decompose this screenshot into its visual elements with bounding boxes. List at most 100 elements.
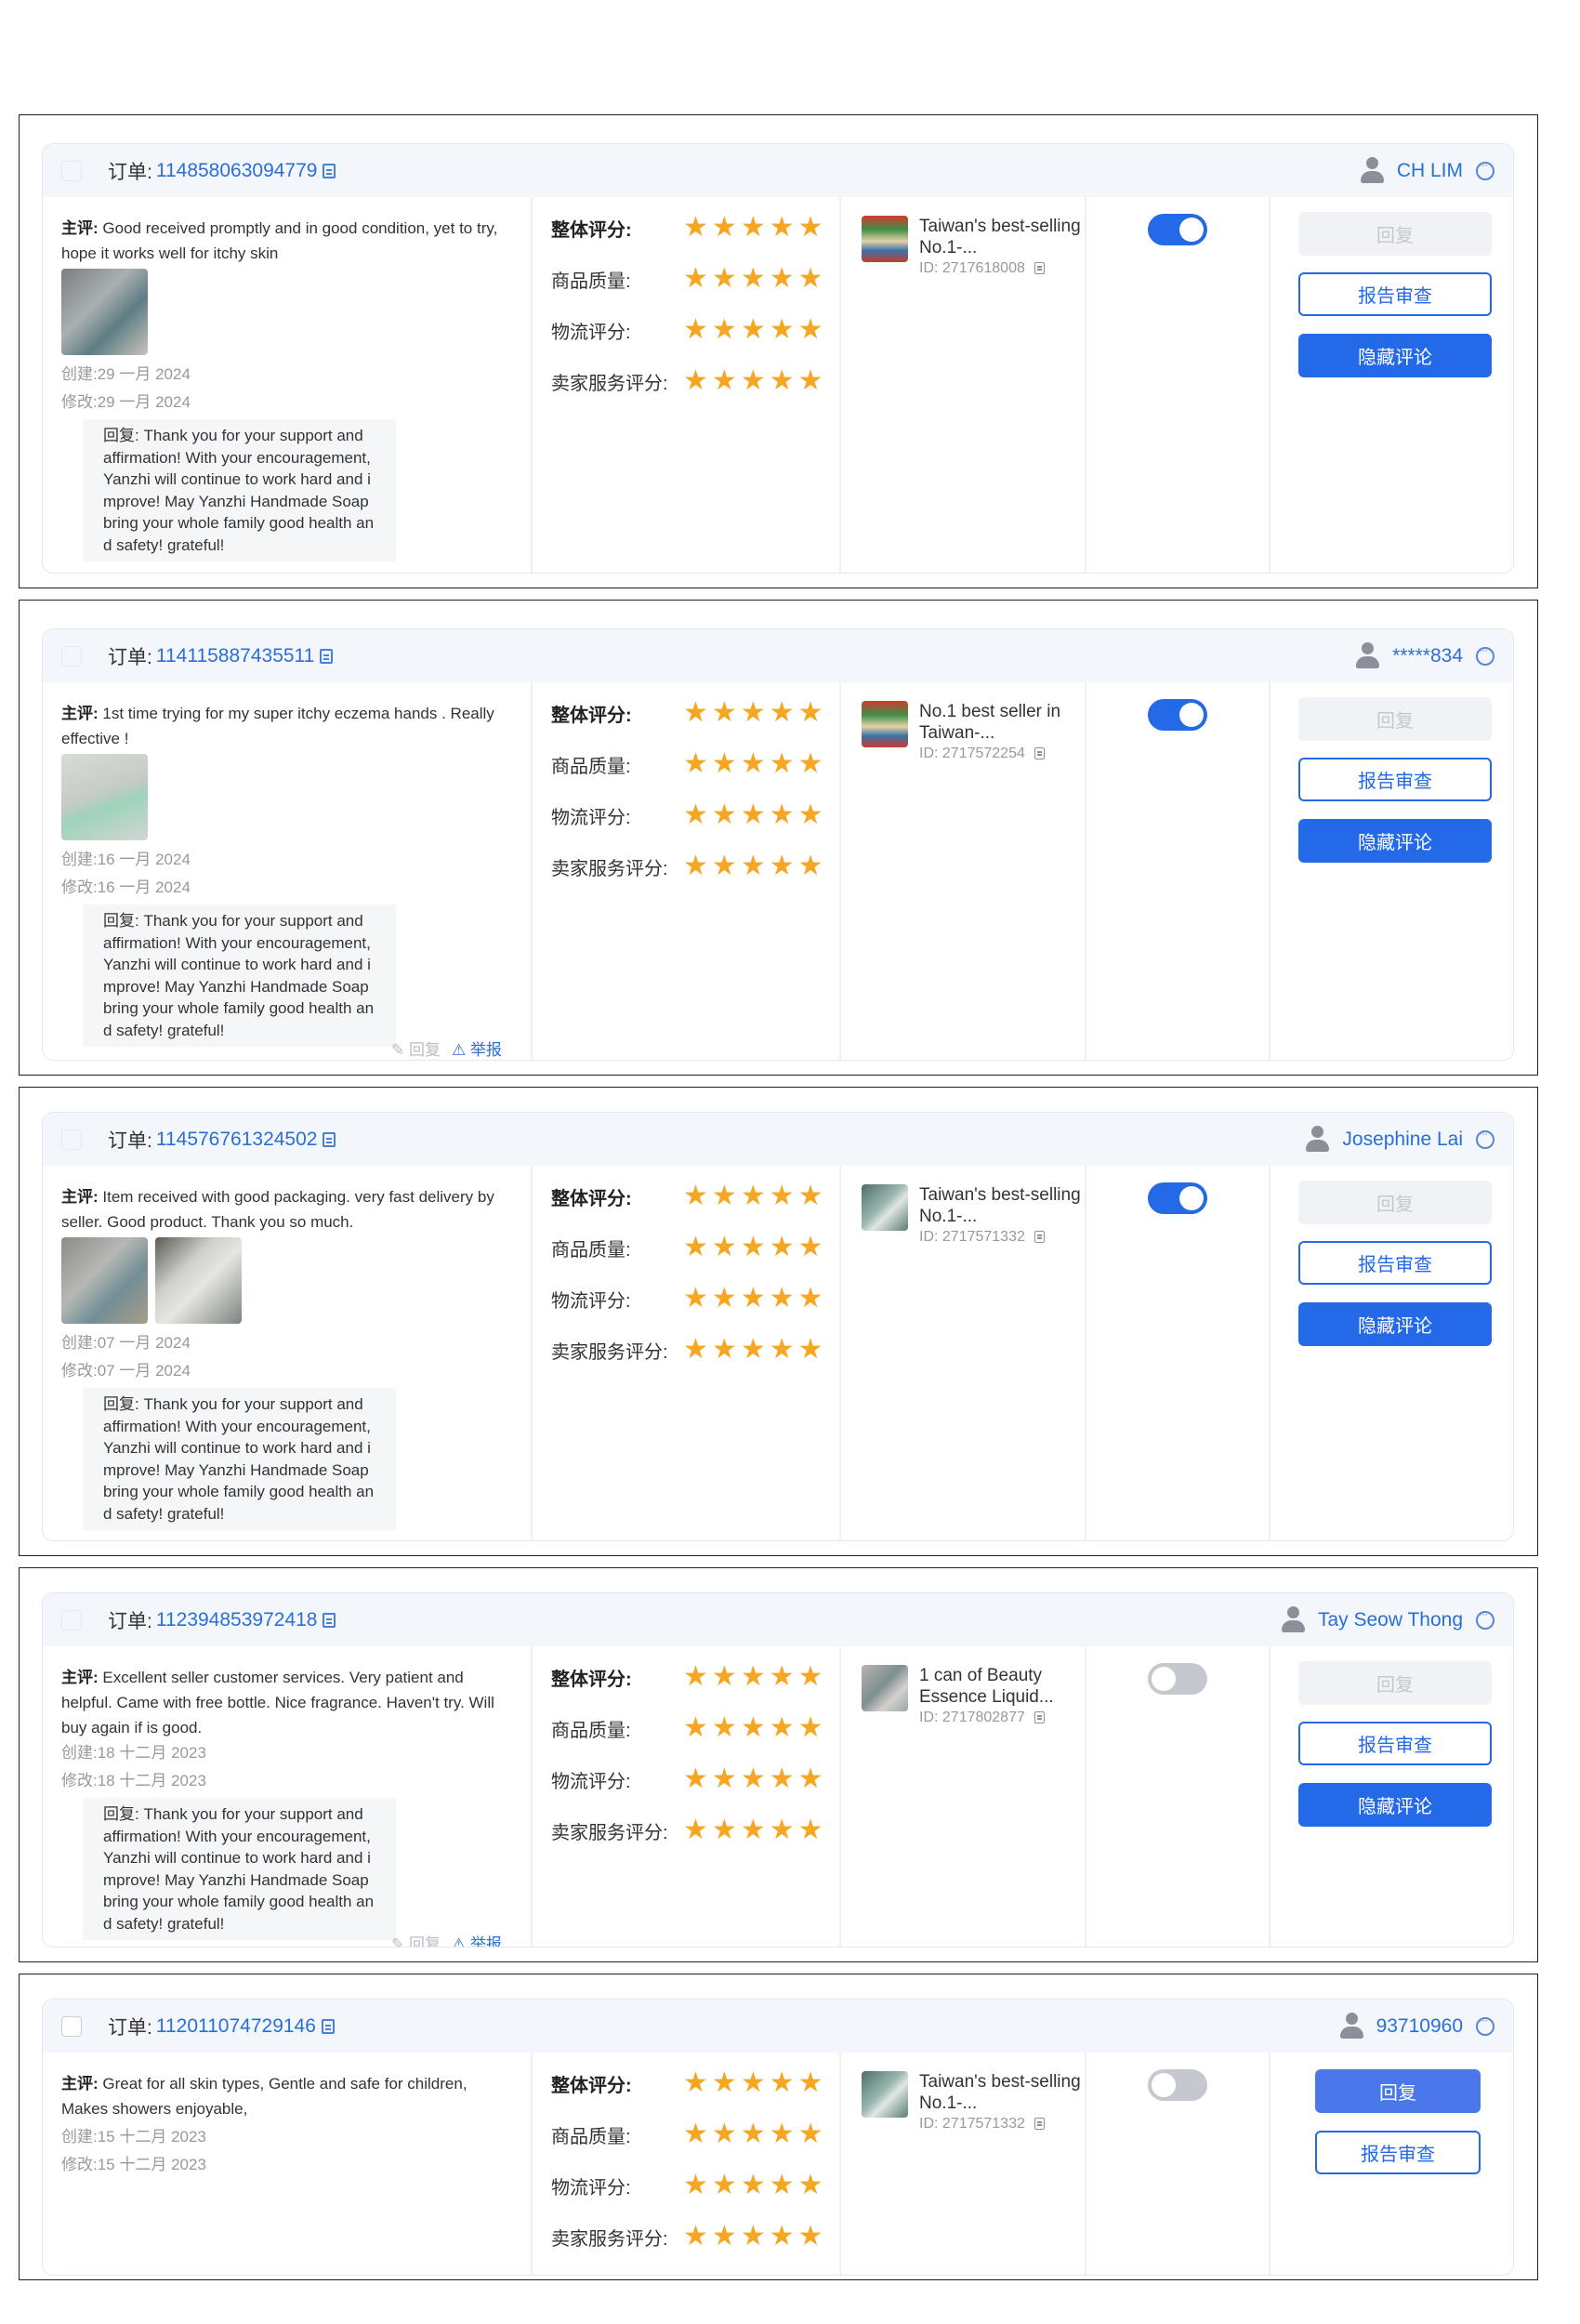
chat-icon[interactable] — [1476, 158, 1494, 180]
copy-icon[interactable] — [323, 1131, 336, 1147]
main-comment: 主评: Item received with good packaging. v… — [61, 1184, 517, 1235]
review-image[interactable] — [61, 754, 148, 840]
avatar-icon — [1360, 156, 1384, 185]
order-number-link[interactable]: 112394853972418 — [156, 1609, 318, 1631]
select-checkbox[interactable] — [61, 160, 82, 181]
product-image[interactable] — [862, 2071, 908, 2118]
star-icon: ★ — [769, 365, 795, 396]
product-title[interactable]: Taiwan's best-selling No.1-... — [919, 1184, 1085, 1227]
visibility-toggle[interactable] — [1148, 699, 1207, 731]
copy-icon[interactable] — [1034, 2118, 1046, 2130]
copy-icon[interactable] — [1034, 262, 1046, 274]
order-number-link[interactable]: 114115887435511 — [156, 645, 315, 667]
buyer-name[interactable]: CH LIM — [1397, 160, 1463, 182]
product-image[interactable] — [862, 1665, 908, 1711]
star-icon: ★ — [711, 2119, 737, 2149]
toggle-knob — [1179, 1186, 1204, 1210]
star-icon: ★ — [683, 2067, 708, 2098]
reply-text: Thank you for your support and affirmati… — [103, 1395, 375, 1523]
hide-review-button[interactable]: 隐藏评论 — [1298, 819, 1492, 863]
seller-reply: 回复: Thank you for your support and affir… — [83, 905, 396, 1047]
report-review-button[interactable]: 报告审查 — [1298, 272, 1492, 316]
copy-icon[interactable] — [1034, 1231, 1046, 1243]
star-icon: ★ — [769, 1815, 795, 1845]
product-title[interactable]: No.1 best seller in Taiwan-... — [919, 701, 1085, 744]
visibility-toggle[interactable] — [1148, 1182, 1207, 1214]
star-icon: ★ — [740, 1283, 766, 1314]
visibility-toggle[interactable] — [1148, 1663, 1207, 1695]
copy-icon[interactable] — [321, 2018, 335, 2034]
buyer-name[interactable]: *****834 — [1392, 645, 1463, 667]
rating-overall: 整体评分: ★ ★ ★ ★ ★ — [551, 699, 823, 727]
review-image[interactable] — [61, 269, 148, 355]
visibility-toggle[interactable] — [1148, 214, 1207, 245]
chat-icon[interactable] — [1476, 1607, 1494, 1630]
report-review-button[interactable]: 报告审查 — [1298, 1241, 1492, 1285]
chat-icon[interactable] — [1476, 2014, 1494, 2036]
rating-quality: 商品质量: ★ ★ ★ ★ ★ — [551, 1234, 823, 1261]
hide-review-button[interactable]: 隐藏评论 — [1298, 334, 1492, 377]
copy-icon[interactable] — [1034, 747, 1046, 759]
hide-review-button[interactable]: 隐藏评论 — [1298, 1302, 1492, 1346]
report-review-button[interactable]: 报告审查 — [1298, 1722, 1492, 1765]
rating-overall: 整体评分: ★ ★ ★ ★ ★ — [551, 214, 823, 242]
reply-button[interactable]: 回复 — [1298, 212, 1492, 256]
review-image[interactable] — [155, 1237, 242, 1324]
edit-reply-link[interactable]: ✎ 回复 — [391, 1037, 441, 1060]
rating-column: 整体评分: ★ ★ ★ ★ ★ 商品质量: ★ ★ ★ ★ ★ 物流评分: ★ ★ ★ ★ ★ 卖家服务… — [533, 197, 841, 573]
product-image[interactable] — [862, 701, 908, 747]
copy-icon[interactable] — [323, 163, 336, 178]
copy-icon[interactable] — [320, 648, 334, 664]
rating-quality: 商品质量: ★ ★ ★ ★ ★ — [551, 750, 823, 778]
star-icon: ★ — [769, 212, 795, 243]
card-header: 订单: 112394853972418 Tay Seow Thong — [43, 1593, 1513, 1646]
copy-icon[interactable] — [1034, 1711, 1046, 1723]
reply-button[interactable]: 回复 — [1298, 1661, 1492, 1705]
rating-quality: 商品质量: ★ ★ ★ ★ ★ — [551, 265, 823, 293]
select-checkbox[interactable] — [61, 1129, 82, 1150]
report-review-button[interactable]: 报告审查 — [1315, 2131, 1481, 2174]
buyer-name[interactable]: 93710960 — [1376, 2015, 1463, 2038]
rating-logistics: 物流评分: ★ ★ ★ ★ ★ — [551, 316, 823, 344]
review-image[interactable] — [61, 1237, 148, 1324]
order-number-link[interactable]: 112011074729146 — [156, 2015, 316, 2038]
product-id: ID: 2717571332 — [919, 1229, 1085, 1246]
reply-text: Thank you for your support and affirmati… — [103, 912, 375, 1039]
select-checkbox[interactable] — [61, 1609, 82, 1631]
report-review-button[interactable]: 报告审查 — [1298, 758, 1492, 801]
select-checkbox[interactable] — [61, 645, 82, 667]
product[interactable]: 1 can of Beauty Essence Liquid... ID: 27… — [862, 1665, 1085, 1726]
product-title[interactable]: 1 can of Beauty Essence Liquid... — [919, 1665, 1085, 1708]
seller-reply: 回复: Thank you for your support and affir… — [83, 1798, 396, 1940]
report-link[interactable]: ⚠ 举报 — [452, 1931, 502, 1947]
star-icon: ★ — [797, 2221, 823, 2251]
comment-text: Good received promptly and in good condi… — [61, 219, 498, 262]
select-checkbox[interactable] — [61, 2015, 82, 2037]
product[interactable]: Taiwan's best-selling No.1-... ID: 27175… — [862, 1184, 1085, 1246]
hide-review-button[interactable]: 隐藏评论 — [1298, 1783, 1492, 1827]
product-image[interactable] — [862, 1184, 908, 1231]
reply-button[interactable]: 回复 — [1315, 2069, 1481, 2113]
product[interactable]: Taiwan's best-selling No.1-... ID: 27175… — [862, 2071, 1085, 2133]
report-link[interactable]: ⚠ 举报 — [452, 1037, 502, 1060]
star-icon: ★ — [711, 748, 737, 779]
order-number-link[interactable]: 114576761324502 — [156, 1129, 318, 1151]
edit-reply-link[interactable]: ✎ 回复 — [391, 1931, 441, 1947]
product[interactable]: Taiwan's best-selling No.1-... ID: 27176… — [862, 216, 1085, 277]
buyer-name[interactable]: Josephine Lai — [1342, 1129, 1463, 1151]
chat-icon[interactable] — [1476, 1127, 1494, 1149]
chat-icon[interactable] — [1476, 643, 1494, 666]
order-number-link[interactable]: 114858063094779 — [156, 160, 318, 182]
product-title[interactable]: Taiwan's best-selling No.1-... — [919, 2071, 1085, 2114]
product[interactable]: No.1 best seller in Taiwan-... ID: 27175… — [862, 701, 1085, 762]
star-icon: ★ — [683, 1815, 708, 1845]
product-title[interactable]: Taiwan's best-selling No.1-... — [919, 216, 1085, 258]
copy-icon[interactable] — [323, 1612, 336, 1628]
reply-button[interactable]: 回复 — [1298, 697, 1492, 741]
product-image[interactable] — [862, 216, 908, 262]
buyer-name[interactable]: Tay Seow Thong — [1318, 1609, 1463, 1631]
reply-button[interactable]: 回复 — [1298, 1181, 1492, 1224]
star-icon: ★ — [769, 1334, 795, 1365]
star-icon: ★ — [740, 263, 766, 294]
visibility-toggle[interactable] — [1148, 2069, 1207, 2101]
